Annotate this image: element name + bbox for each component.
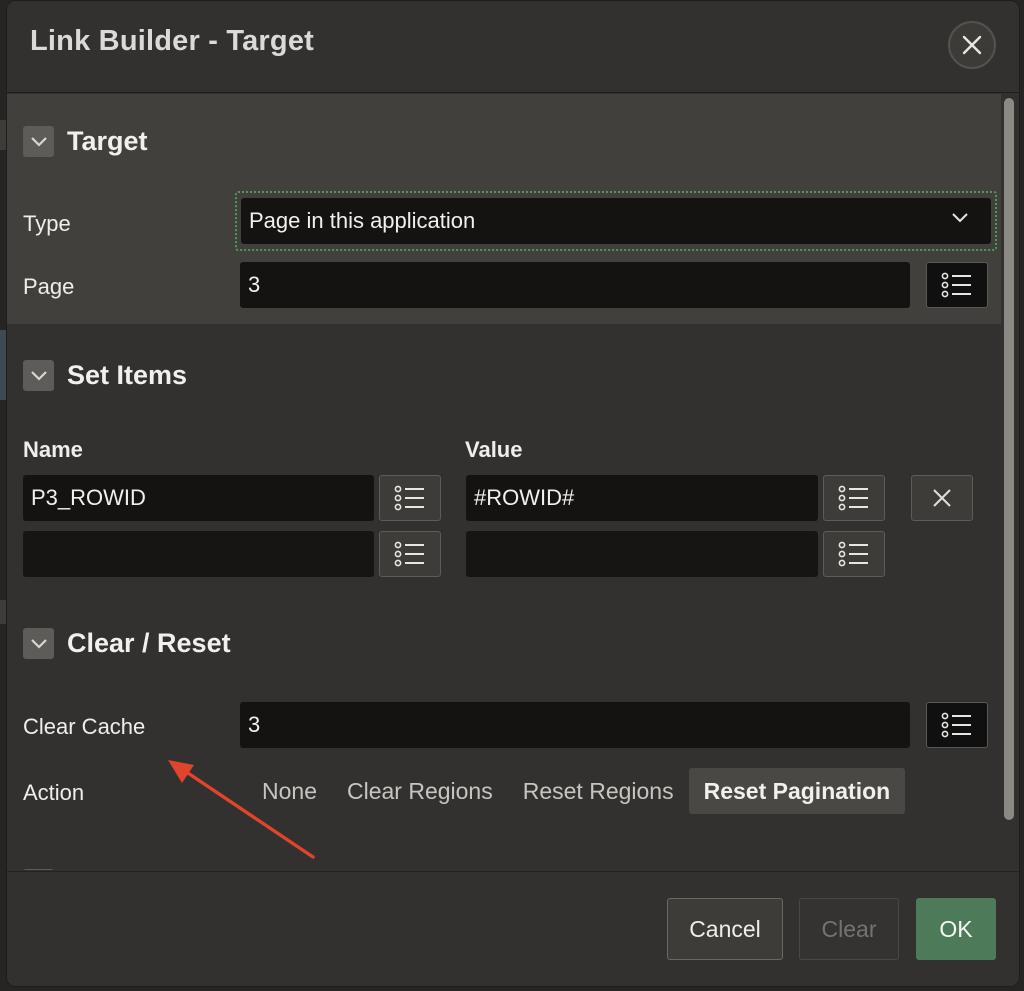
item-value-input[interactable]: #ROWID#: [466, 475, 818, 521]
page-label: Page: [23, 274, 75, 299]
name-column-header: Name: [23, 437, 83, 462]
section-title: Target: [67, 126, 148, 156]
list-icon: [838, 541, 868, 567]
clear-cache-input[interactable]: 3: [240, 702, 910, 748]
item-name-value: P3_ROWID: [31, 485, 146, 510]
x-icon: [933, 489, 951, 507]
link-builder-dialog: Link Builder - Target Target Type Page i…: [6, 0, 1020, 987]
target-section-header[interactable]: Target: [23, 126, 148, 157]
chevron-down-icon: [30, 638, 47, 649]
clear-reset-section-header[interactable]: Clear / Reset: [23, 628, 231, 659]
item-value-value: #ROWID#: [474, 485, 575, 510]
list-icon: [941, 272, 971, 298]
item-value-input[interactable]: [466, 531, 818, 577]
action-option-clear-regions[interactable]: Clear Regions: [332, 768, 508, 814]
item-value-list-button[interactable]: [823, 475, 885, 521]
value-column-header: Value: [465, 437, 523, 462]
collapse-toggle[interactable]: [23, 360, 54, 391]
list-icon: [838, 485, 868, 511]
dialog-titlebar: Link Builder - Target: [7, 1, 1019, 93]
action-label: Action: [23, 780, 85, 805]
scrollbar-thumb[interactable]: [1004, 98, 1014, 820]
close-icon: [962, 35, 982, 55]
ok-button[interactable]: OK: [916, 898, 996, 960]
scrollbar[interactable]: [1004, 98, 1014, 820]
page-input[interactable]: 3: [240, 262, 910, 308]
remove-row-button[interactable]: [911, 475, 973, 521]
collapse-toggle[interactable]: [23, 126, 54, 157]
list-icon: [941, 712, 971, 738]
action-radio-group: None Clear Regions Reset Regions Reset P…: [247, 768, 906, 814]
list-icon: [394, 541, 424, 567]
dialog-title: Link Builder - Target: [30, 25, 315, 57]
collapse-toggle[interactable]: [23, 628, 54, 659]
section-title: Set Items: [67, 360, 188, 390]
chevron-down-icon: [952, 213, 968, 223]
clear-cache-label: Clear Cache: [23, 714, 146, 739]
close-button[interactable]: [948, 21, 996, 69]
type-label: Type: [23, 211, 71, 236]
clear-cache-value: 3: [248, 712, 261, 737]
type-select-value: Page in this application: [249, 208, 476, 233]
type-select[interactable]: Page in this application: [241, 198, 991, 244]
set-items-section-header[interactable]: Set Items: [23, 360, 187, 391]
dialog-body: Target Type Page in this application Pag…: [7, 94, 1019, 870]
item-name-input[interactable]: P3_ROWID: [23, 475, 374, 521]
chevron-down-icon: [30, 136, 47, 147]
list-icon: [394, 485, 424, 511]
item-name-list-button[interactable]: [379, 531, 441, 577]
dialog-footer: Cancel Clear OK: [7, 871, 1019, 986]
cancel-button[interactable]: Cancel: [667, 898, 783, 960]
chevron-down-icon: [30, 370, 47, 381]
target-section: Target Type Page in this application Pag…: [7, 94, 1001, 324]
action-option-reset-regions[interactable]: Reset Regions: [508, 768, 689, 814]
item-name-list-button[interactable]: [379, 475, 441, 521]
annotation-arrow-icon: [168, 760, 315, 859]
page-list-button[interactable]: [926, 262, 988, 308]
next-section-toggle[interactable]: [23, 869, 54, 870]
type-select-focus-ring: Page in this application: [235, 191, 997, 251]
page-input-value: 3: [248, 272, 261, 297]
section-title: Clear / Reset: [67, 628, 231, 658]
clear-cache-list-button[interactable]: [926, 702, 988, 748]
action-option-reset-pagination[interactable]: Reset Pagination: [688, 768, 906, 814]
item-name-input[interactable]: [23, 531, 374, 577]
clear-button[interactable]: Clear: [799, 898, 899, 960]
item-value-list-button[interactable]: [823, 531, 885, 577]
